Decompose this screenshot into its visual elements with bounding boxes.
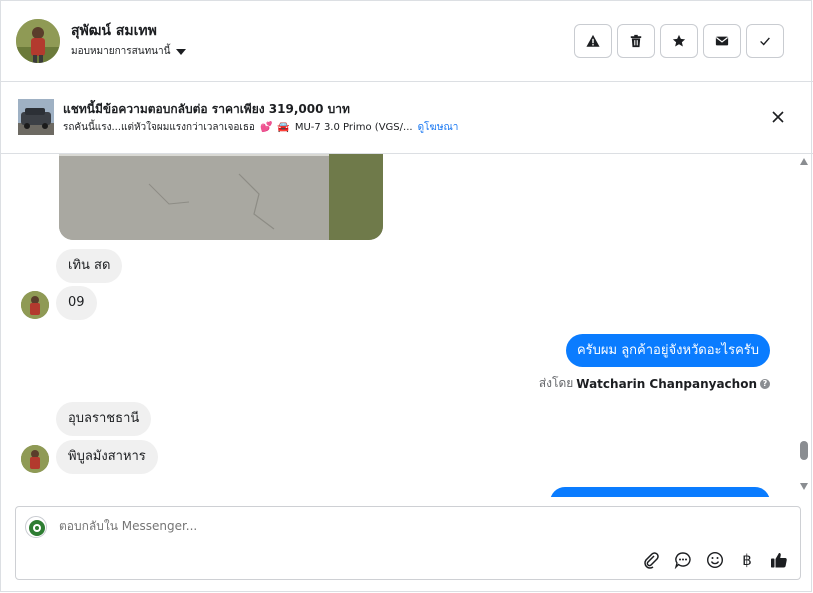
scroll-down-arrow[interactable] [800,483,808,490]
car-emoji: 🚘 [277,122,290,133]
ad-model: MU-7 3.0 Primo (VGS/... [294,122,413,133]
star-button[interactable] [660,24,698,58]
view-ad-link[interactable]: ดูโฆษณา [418,120,459,135]
mark-unread-button[interactable] [703,24,741,58]
contact-avatar-small [21,291,49,319]
incoming-message[interactable]: 09 [56,286,97,320]
conversation-panel: สุพัฒน์ สมเทพ มอบหมายการสนทนานี้ แชทนี้ม… [0,0,813,592]
contact-avatar[interactable] [16,19,60,63]
payment-button[interactable]: ฿ [738,551,756,569]
close-icon[interactable] [770,109,786,125]
star-icon [672,34,686,47]
header-actions [574,24,784,58]
mark-done-button[interactable] [746,24,784,58]
delete-button[interactable] [617,24,655,58]
ad-thumbnail[interactable] [18,99,54,135]
photo-attachment[interactable] [59,154,383,240]
composer-tools: ฿ [642,551,788,569]
contact-name: สุพัฒน์ สมเทพ [71,23,157,39]
check-icon [760,37,770,46]
contact-avatar-small [21,445,49,473]
sender-name: Watcharin Chanpanyachon [576,376,757,391]
outgoing-message-partial[interactable] [550,487,770,497]
ad-description: รถคันนี้แรง...แต่หัวใจผมแรงกว่าเวลาเจอเธ… [63,120,458,135]
info-icon[interactable]: ? [760,378,770,389]
ad-context-banner: แชทนี้มีข้อความตอบกลับต่อ ราคาเพียง 319,… [1,82,813,154]
like-button[interactable] [770,551,788,569]
scroll-up-arrow[interactable] [800,158,808,165]
saved-replies-button[interactable] [674,551,692,569]
attach-button[interactable] [642,551,660,569]
envelope-icon [715,36,729,46]
sent-by-prefix: ส่งโดย [538,376,574,390]
emoji-button[interactable] [706,551,724,569]
page-avatar [25,516,47,538]
chevron-down-icon [176,48,187,55]
reply-input[interactable] [59,519,459,533]
smiley-icon [706,551,724,569]
conversation-header: สุพัฒน์ สมเทพ มอบหมายการสนทนานี้ [1,1,813,82]
incoming-message[interactable]: เทิน สด [56,249,123,283]
baht-icon: ฿ [742,551,752,569]
assign-label: มอบหมายการสนทนานี้ [71,46,171,57]
chat-bubble-icon [674,552,691,569]
trash-icon [630,34,642,48]
assign-conversation-dropdown[interactable]: มอบหมายการสนทนานี้ [71,44,187,59]
warning-icon [586,34,600,47]
thumbs-up-icon [771,553,787,568]
message-composer: ฿ [15,506,801,580]
message-list[interactable]: เทิน สด 09 ครับผม ลูกค้าอยู่จังหวัดอะไรค… [1,154,813,497]
incoming-message[interactable]: พิบูลมังสาหาร [56,440,158,474]
outgoing-message[interactable]: ครับผม ลูกค้าอยู่จังหวัดอะไรครับ [565,334,770,367]
ad-title: แชทนี้มีข้อความตอบกลับต่อ ราคาเพียง 319,… [63,102,350,116]
ad-text: รถคันนี้แรง...แต่หัวใจผมแรงกว่าเวลาเจอเธ… [63,122,255,133]
scrollbar-thumb[interactable] [800,441,808,460]
sent-by-label: ส่งโดย Watcharin Chanpanyachon ? [539,374,770,393]
incoming-message[interactable]: อุบลราชธานี [56,402,152,436]
heart-emoji: 💕 [259,122,273,133]
paperclip-icon [644,552,659,569]
mark-spam-button[interactable] [574,24,612,58]
